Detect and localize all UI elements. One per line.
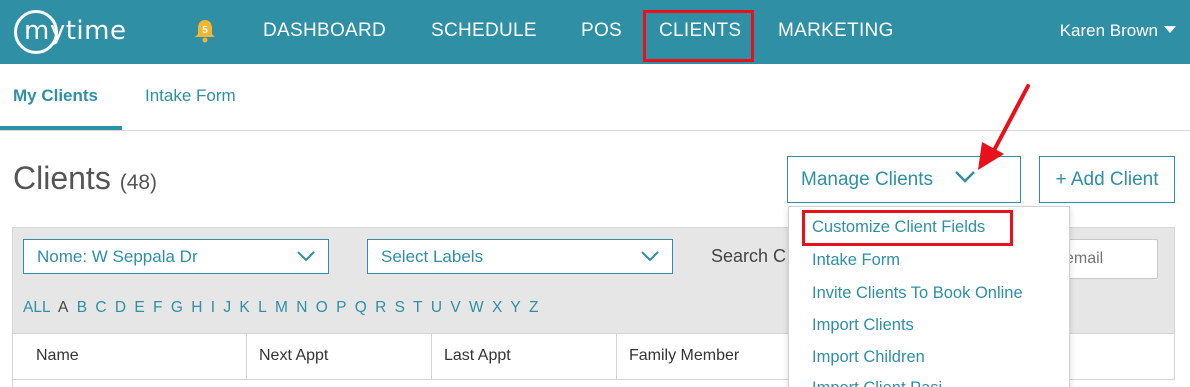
- labels-select-value: Select Labels: [381, 247, 484, 266]
- alpha-letter[interactable]: K: [239, 299, 249, 316]
- location-select[interactable]: Nome: W Seppala Dr: [23, 239, 329, 274]
- location-select-value: Nome: W Seppala Dr: [37, 247, 198, 266]
- alpha-letter[interactable]: O: [316, 299, 328, 316]
- column-header-next-appt[interactable]: Next Appt: [247, 334, 432, 380]
- column-header-name[interactable]: Name: [13, 334, 247, 380]
- alpha-letter[interactable]: W: [469, 299, 484, 316]
- alpha-letter[interactable]: M: [275, 299, 288, 316]
- client-count: (48): [119, 171, 158, 194]
- nav-marketing[interactable]: MARKETING: [778, 20, 894, 42]
- user-name: Karen Brown: [1059, 21, 1158, 40]
- notification-count: 5: [202, 25, 208, 36]
- alpha-letter[interactable]: R: [375, 299, 386, 316]
- alpha-letter[interactable]: S: [395, 299, 405, 316]
- tab-intake-form[interactable]: Intake Form: [145, 86, 236, 106]
- alpha-letter[interactable]: Z: [529, 299, 538, 316]
- alpha-letter[interactable]: L: [258, 299, 267, 316]
- menu-item-import-client-pasi[interactable]: Import Client Pasi: [812, 379, 942, 387]
- manage-clients-label: Manage Clients: [801, 168, 934, 190]
- alpha-letter[interactable]: E: [134, 299, 144, 316]
- alpha-letter[interactable]: X: [492, 299, 502, 316]
- menu-item-import-children[interactable]: Import Children: [812, 348, 925, 367]
- alpha-letter[interactable]: D: [115, 299, 126, 316]
- alpha-letter[interactable]: N: [296, 299, 307, 316]
- menu-item-import-clients[interactable]: Import Clients: [812, 316, 914, 335]
- chevron-down-icon: [297, 251, 315, 262]
- user-menu[interactable]: Karen Brown: [1060, 21, 1176, 41]
- customize-fields-highlight-box: [802, 210, 1013, 246]
- alpha-letter[interactable]: P: [336, 299, 346, 316]
- labels-select[interactable]: Select Labels: [367, 239, 673, 274]
- alpha-letter[interactable]: T: [413, 299, 422, 316]
- alpha-letter[interactable]: Y: [510, 299, 520, 316]
- page-title-text: Clients: [13, 160, 111, 196]
- alpha-letter[interactable]: J: [223, 299, 231, 316]
- alpha-letter[interactable]: H: [191, 299, 202, 316]
- nav-pos[interactable]: POS: [581, 20, 622, 42]
- alpha-letter[interactable]: Q: [355, 299, 367, 316]
- alpha-letter[interactable]: U: [431, 299, 442, 316]
- notification-bell-icon[interactable]: 5: [193, 18, 217, 44]
- logo-text: mytime: [24, 16, 127, 46]
- search-label: Search C: [711, 246, 787, 266]
- alpha-letter[interactable]: V: [450, 299, 460, 316]
- alpha-letter[interactable]: B: [77, 299, 87, 316]
- menu-item-invite-clients[interactable]: Invite Clients To Book Online: [812, 284, 1023, 303]
- annotation-arrow-icon: [978, 84, 1030, 170]
- active-tab-indicator: [0, 126, 122, 130]
- caret-down-icon: [1164, 26, 1176, 33]
- top-nav-bar: mytime 5 DASHBOARD SCHEDULE POS CLIENTS …: [0, 0, 1190, 64]
- alphabet-filter: ALL A B C D E F G H I J K L M N O P Q R …: [23, 299, 542, 317]
- chevron-down-icon: [641, 251, 659, 262]
- clients-highlight-box: [643, 10, 754, 62]
- nav-schedule[interactable]: SCHEDULE: [431, 20, 537, 42]
- alpha-letter[interactable]: A: [58, 299, 68, 316]
- alpha-letter[interactable]: I: [211, 299, 215, 316]
- menu-item-intake-form[interactable]: Intake Form: [812, 251, 900, 270]
- add-client-button[interactable]: + Add Client: [1039, 156, 1175, 203]
- alpha-letter[interactable]: F: [153, 299, 162, 316]
- alpha-letter[interactable]: G: [171, 299, 183, 316]
- page-title: Clients (48): [13, 160, 157, 197]
- tab-my-clients[interactable]: My Clients: [13, 86, 98, 106]
- alpha-all[interactable]: ALL: [23, 299, 51, 316]
- mytime-logo[interactable]: mytime: [14, 10, 142, 54]
- alpha-letter[interactable]: C: [95, 299, 106, 316]
- nav-dashboard[interactable]: DASHBOARD: [263, 20, 386, 42]
- column-header-last-appt[interactable]: Last Appt: [432, 334, 617, 380]
